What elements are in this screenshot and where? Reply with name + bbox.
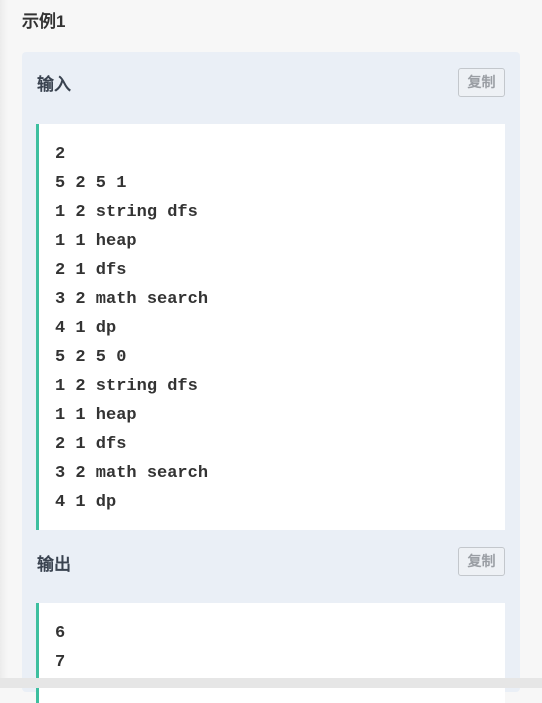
example-title: 示例1 xyxy=(22,12,66,31)
code-line: 5 2 5 0 xyxy=(55,348,127,367)
output-heading: 输出 xyxy=(37,555,71,574)
code-line: 1 1 heap xyxy=(55,406,137,425)
code-line: 2 1 dfs xyxy=(55,435,127,454)
code-line: 3 2 math search xyxy=(55,464,209,483)
code-line: 1 2 string dfs xyxy=(55,377,198,396)
input-code-block[interactable]: 2 5 2 5 1 1 2 string dfs 1 1 heap 2 1 dfs 3 2… xyxy=(36,124,505,530)
code-line: 2 xyxy=(55,145,66,164)
code-line: 7 xyxy=(55,653,66,672)
copy-input-button[interactable]: 复制 xyxy=(458,68,505,97)
output-code-block[interactable]: 67 xyxy=(36,603,505,703)
code-line: 3 2 math search xyxy=(55,290,209,309)
code-line: 1 2 string dfs xyxy=(55,203,198,222)
code-line: 2 1 dfs xyxy=(55,261,127,280)
example-panel: 输入 复制 2 5 2 5 1 1 2 string dfs 1 1 heap 2 1 … xyxy=(22,52,520,703)
copy-output-button[interactable]: 复制 xyxy=(458,547,505,576)
left-edge xyxy=(0,0,8,688)
code-line: 4 1 dp xyxy=(55,319,117,338)
code-line: 4 1 dp xyxy=(55,493,117,512)
input-heading: 输入 xyxy=(37,75,71,94)
code-line: 1 1 heap xyxy=(55,232,137,251)
horizontal-scrollbar[interactable] xyxy=(0,678,542,688)
code-line: 5 2 5 1 xyxy=(55,174,127,193)
code-line: 6 xyxy=(55,624,66,643)
